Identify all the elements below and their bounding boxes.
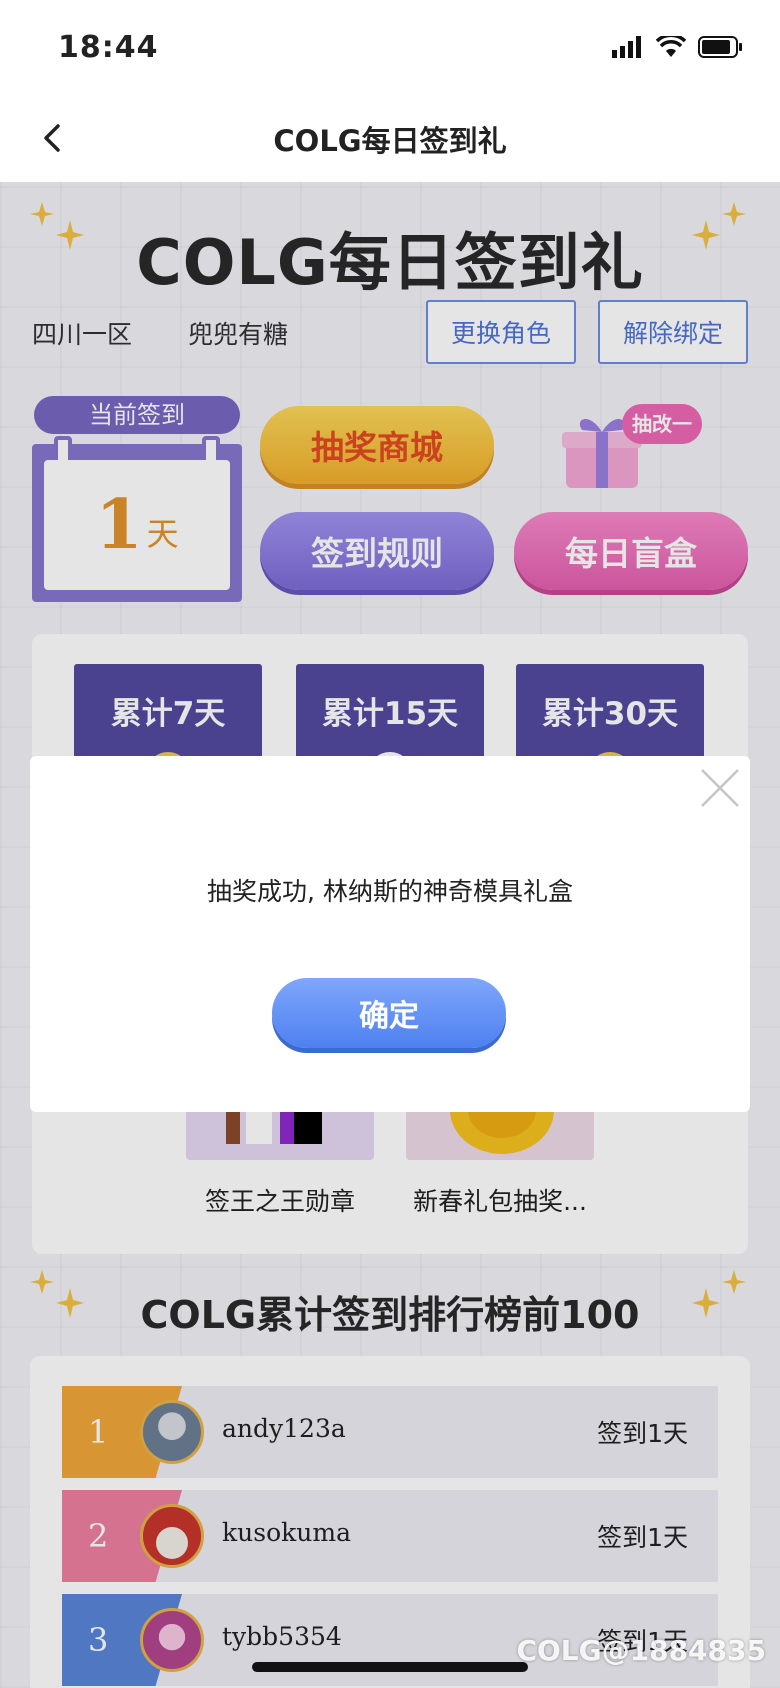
home-indicator[interactable]: [252, 1662, 528, 1672]
status-icons: [612, 36, 744, 58]
dialog-message: 抽奖成功, 林纳斯的神奇模具礼盒: [207, 877, 573, 906]
status-bar: 18:44: [0, 0, 780, 96]
battery-icon: [698, 36, 742, 58]
wifi-icon: [656, 36, 686, 57]
nav-bar: COLG每日签到礼: [0, 96, 780, 182]
close-button[interactable]: [698, 766, 742, 810]
watermark: COLG@1884835: [516, 1634, 766, 1667]
close-icon: [701, 769, 739, 807]
confirm-button[interactable]: 确定: [272, 978, 506, 1048]
signal-icon: [612, 36, 641, 58]
status-time: 18:44: [58, 30, 159, 65]
result-dialog: 抽奖成功, 林纳斯的神奇模具礼盒 确定: [30, 756, 750, 1112]
nav-title: COLG每日签到礼: [273, 124, 507, 158]
